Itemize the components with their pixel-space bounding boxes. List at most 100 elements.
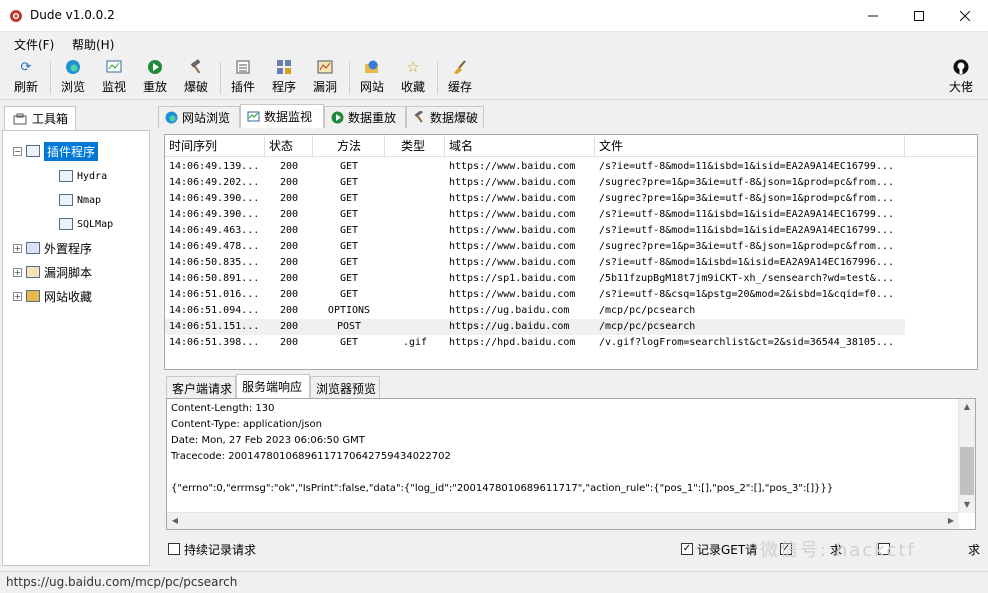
tab-site-browse[interactable]: 网站浏览 [158,106,240,128]
tab-client-request[interactable]: 客户端请求 [166,376,236,398]
cell-time: 14:06:49.139... [169,161,260,172]
table-row[interactable]: 14:06:49.478... 200 GET https://www.baidu.c… [165,239,905,255]
hammer-icon [187,58,205,76]
favorites-button[interactable]: ☆ 收藏 [394,58,432,98]
scroll-down-icon[interactable]: ▼ [959,497,975,513]
replay-icon [146,58,164,76]
cell-type [385,223,445,239]
table-row[interactable]: 14:06:50.891... 200 GET https://sp1.baidu.c… [165,271,905,287]
scroll-thumb[interactable] [960,447,974,495]
table-row[interactable]: 14:06:49.463... 200 GET https://www.baidu.c… [165,223,905,239]
cell-status: 200 [279,257,299,268]
tree-node-external-programs[interactable]: + 外置程序 [13,239,92,257]
cell-domain: https://www.baidu.com [449,177,576,188]
expand-icon[interactable]: + [13,243,22,253]
window-icon [26,145,40,157]
scroll-left-icon[interactable]: ◀ [167,513,183,529]
cell-status: 200 [279,273,299,284]
expand-icon[interactable]: + [13,267,22,277]
sites-label: 网站 [359,80,384,94]
vertical-scrollbar[interactable]: ▲ ▼ [958,399,975,513]
programs-button[interactable]: 程序 [265,58,303,98]
tree-node-hydra[interactable]: Hydra [59,167,107,185]
horizontal-scrollbar[interactable]: ◀ ▶ [167,512,959,529]
table-row[interactable]: 14:06:49.139... 200 GET https://www.baidu.c… [165,159,905,175]
cell-time: 14:06:51.094... [169,305,260,316]
cell-file: /sugrec?pre=1&p=3&ie=utf-8&json=1&prod=p… [599,177,895,188]
tree-node-vuln-scripts[interactable]: + 漏洞脚本 [13,263,92,281]
menu-file[interactable]: 文件(F) [14,36,54,53]
cell-time: 14:06:51.151... [169,321,260,332]
table-row[interactable]: 14:06:49.390... 200 GET https://www.baidu.c… [165,191,905,207]
refresh-icon: ⟳ [20,59,32,75]
browse-button[interactable]: 浏览 [54,58,92,98]
record-get-checkbox[interactable]: ✓ [681,543,693,555]
scroll-right-icon[interactable]: ▶ [943,513,959,529]
cell-time: 14:06:49.390... [169,209,260,220]
keep-recording-checkbox[interactable] [168,543,180,555]
sites-button[interactable]: 网站 [353,58,391,98]
vulns-button[interactable]: 漏洞 [306,58,344,98]
maximize-icon [914,11,924,21]
toolbox-tab-label: 工具箱 [32,112,69,126]
column-header-type[interactable]: 类型 [385,135,445,157]
minimize-icon [868,15,878,17]
column-header-domain[interactable]: 域名 [445,135,595,157]
monitor-label: 监视 [101,80,126,94]
cache-button[interactable]: 缓存 [441,58,479,98]
cell-domain: https://www.baidu.com [449,289,576,300]
tab-server-response[interactable]: 服务端响应 [236,374,310,398]
cell-domain: https://www.baidu.com [449,209,576,220]
tree-node-site-favorites[interactable]: + 网站收藏 [13,287,92,305]
table-row[interactable]: 14:06:49.202... 200 GET https://www.baidu.c… [165,175,905,191]
author-button[interactable]: 大佬 [942,58,980,98]
cell-domain: https://www.baidu.com [449,193,576,204]
table-row[interactable]: 14:06:51.094... 200 OPTIONS https://ug.baid… [165,303,905,319]
toolbox-tab[interactable]: 工具箱 [4,106,76,130]
replay-button[interactable]: 重放 [136,58,174,98]
keep-recording-option[interactable]: 持续记录请求 [168,540,256,558]
response-viewer[interactable]: Content-Length: 130 Content-Type: applic… [166,398,976,530]
plugins-label: 插件 [230,80,255,94]
minimize-button[interactable] [850,0,896,32]
table-row[interactable]: 14:06:51.016... 200 GET https://www.baidu.c… [165,287,905,303]
table-row[interactable]: 14:06:51.151... 200 POST https://ug.baidu.c… [165,319,905,335]
cell-status: 200 [279,305,299,316]
scroll-up-icon[interactable]: ▲ [959,399,975,415]
tab-data-replay[interactable]: 数据重放 [324,106,406,128]
plugin-icon [59,170,73,182]
column-header-method[interactable]: 方法 [313,135,385,157]
column-header-time[interactable]: 时间序列 [165,135,265,157]
cell-status: 200 [279,241,299,252]
plugins-button[interactable]: 插件 [224,58,262,98]
refresh-button[interactable]: ⟳ 刷新 [7,58,45,98]
table-row[interactable]: 14:06:49.390... 200 GET https://www.baidu.c… [165,207,905,223]
tree-node-plugin-programs[interactable]: − 插件程序 [13,141,99,161]
cell-file: /mcp/pc/pcsearch [599,321,696,332]
cell-type [385,191,445,207]
monitor-button[interactable]: 监视 [95,58,133,98]
tree-node-sqlmap[interactable]: SQLMap [59,215,113,233]
menu-help[interactable]: 帮助(H) [72,36,114,53]
close-button[interactable] [942,0,988,32]
cell-method: GET [339,337,359,348]
record-get-option[interactable]: ✓ 记录GET请 [681,540,757,558]
expand-icon[interactable]: + [13,291,22,301]
collapse-icon[interactable]: − [13,146,22,156]
window-title: Dude v1.0.0.2 [30,8,115,22]
cell-type: .gif [402,337,428,348]
tree-node-nmap[interactable]: Nmap [59,191,101,209]
cache-label: 缓存 [447,80,472,94]
cell-method: GET [339,225,359,236]
tab-data-bruteforce[interactable]: 数据爆破 [406,106,484,128]
maximize-button[interactable] [896,0,942,32]
table-row[interactable]: 14:06:50.835... 200 GET https://www.baidu.c… [165,255,905,271]
cell-type [385,303,445,319]
column-header-status[interactable]: 状态 [265,135,313,157]
tab-data-monitor[interactable]: 数据监视 [240,104,324,128]
cell-domain: https://ug.baidu.com [449,305,570,316]
table-row[interactable]: 14:06:51.398... 200 GET .gif https://hpd.bai… [165,335,905,351]
column-header-file[interactable]: 文件 [595,135,905,157]
tab-browser-preview[interactable]: 浏览器预览 [310,376,380,398]
bruteforce-button[interactable]: 爆破 [177,58,215,98]
